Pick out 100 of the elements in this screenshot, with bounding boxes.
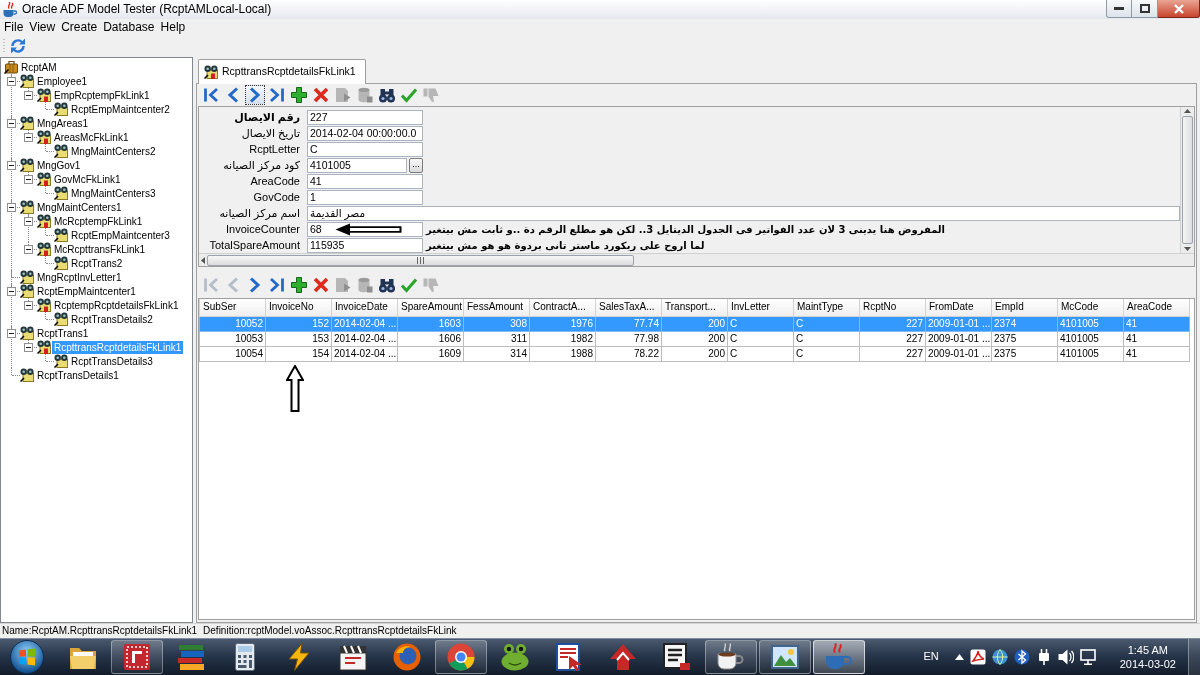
delete-button[interactable] — [311, 275, 331, 295]
collapse-icon[interactable] — [7, 160, 16, 170]
tree-item[interactable]: RcptTransDetails3 — [69, 354, 155, 368]
tree-item[interactable]: RcptTransDetails2 — [69, 312, 155, 326]
collapse-icon[interactable] — [7, 202, 16, 212]
taskbar-button[interactable] — [759, 640, 811, 674]
swirl-tile-icon[interactable] — [969, 649, 986, 665]
clapperboard-icon — [339, 643, 367, 671]
clock-date[interactable]: 2014-03-02 — [1119, 657, 1176, 671]
column-header[interactable]: FromDate — [925, 299, 992, 316]
tree-item[interactable]: Employee1 — [35, 74, 90, 88]
column-header[interactable]: MaintType — [793, 299, 860, 316]
tree-item[interactable]: MngMaintCenters2 — [69, 144, 158, 158]
minimize-button[interactable] — [1106, 0, 1132, 18]
input-field[interactable]: C — [307, 142, 423, 157]
collapse-icon[interactable] — [7, 286, 16, 296]
column-header[interactable]: EmpId — [991, 299, 1058, 316]
tree-item[interactable]: MngMaintCenters1 — [35, 200, 124, 214]
collapse-icon[interactable] — [24, 300, 33, 310]
close-button[interactable] — [1158, 0, 1200, 18]
menu-item[interactable]: Create — [58, 20, 101, 35]
monitor-icon[interactable] — [1079, 649, 1096, 665]
globe-icon[interactable] — [991, 649, 1008, 665]
column-header[interactable]: SalesTaxA... — [595, 299, 662, 316]
tree-item[interactable]: McRcptempFkLink1 — [52, 214, 145, 228]
clock-time[interactable]: 1:45 AM — [1127, 643, 1169, 657]
refresh-button[interactable] — [8, 36, 28, 56]
tree-item[interactable]: RcptEmpMaintcenter3 — [69, 228, 172, 242]
taskbar-button[interactable] — [111, 640, 163, 674]
tree-item[interactable]: RcptEmpMaintcenter2 — [69, 102, 172, 116]
input-field[interactable]: 115935 — [307, 238, 423, 253]
show-hidden-icons-button[interactable] — [954, 654, 964, 660]
left-triangle-icon — [201, 256, 205, 264]
next-record-button[interactable] — [245, 85, 265, 105]
tab[interactable]: RcpttransRcptdetailsFkLink1 — [198, 59, 366, 84]
collapse-icon[interactable] — [24, 174, 33, 184]
collapse-icon[interactable] — [24, 216, 33, 226]
column-header[interactable]: InvoiceNo — [265, 299, 332, 316]
delete-button[interactable] — [311, 85, 331, 105]
collapse-icon[interactable] — [7, 118, 16, 128]
input-field[interactable]: 227 — [307, 110, 423, 125]
column-header[interactable]: InvLetter — [727, 299, 794, 316]
volume-icon[interactable] — [1057, 649, 1074, 665]
input-field[interactable]: 41 — [307, 174, 423, 189]
input-field[interactable]: 4101005 — [307, 158, 407, 173]
column-header[interactable]: ContractA... — [529, 299, 596, 316]
tree-item[interactable]: RcptTrans2 — [69, 256, 125, 270]
input-field[interactable]: 68 — [307, 222, 423, 237]
column-header[interactable]: RcptNo — [859, 299, 926, 316]
tree-item[interactable]: RcptempRcptdetailsFkLink1 — [52, 298, 181, 312]
tree-item[interactable]: MngMaintCenters3 — [69, 186, 158, 200]
input-field[interactable]: 2014-02-04 00:00:00.0 — [307, 126, 423, 141]
language-indicator[interactable]: EN — [923, 650, 939, 664]
scrollbar-thumb[interactable] — [1182, 116, 1193, 244]
tree-item[interactable]: RcptEmpMaintcenter1 — [35, 284, 138, 298]
scrollbar-thumb[interactable] — [207, 254, 634, 266]
collapse-icon[interactable] — [24, 244, 33, 254]
maximize-button[interactable] — [1132, 0, 1158, 18]
document-button[interactable] — [333, 85, 353, 105]
show-desktop-button[interactable] — [1188, 639, 1200, 675]
tree-item[interactable]: RcptAM — [19, 60, 59, 74]
tree-item[interactable]: MngRcptInvLetter1 — [35, 270, 124, 284]
menu-item[interactable]: File — [1, 20, 27, 35]
lookup-button[interactable]: ... — [409, 158, 423, 173]
collapse-icon[interactable] — [7, 328, 16, 338]
menu-item[interactable]: Database — [100, 20, 158, 35]
taskbar-button[interactable] — [705, 640, 757, 674]
bluetooth-icon[interactable] — [1013, 649, 1030, 665]
document-button[interactable] — [333, 275, 353, 295]
vertical-scrollbar[interactable] — [1180, 107, 1194, 253]
column-header[interactable]: McCode — [1057, 299, 1124, 316]
tree-item[interactable]: EmpRcptempFkLink1 — [52, 88, 152, 102]
horizontal-scrollbar[interactable] — [199, 253, 1194, 266]
collapse-icon[interactable] — [24, 342, 33, 352]
menu-item[interactable]: View — [26, 20, 59, 35]
column-header[interactable]: InvoiceDate — [331, 299, 398, 316]
goggles-link-icon — [37, 298, 51, 312]
column-header[interactable]: Transport... — [661, 299, 728, 316]
column-header[interactable]: SubSer — [199, 299, 266, 316]
tree-item[interactable]: MngAreas1 — [35, 116, 91, 130]
column-header[interactable]: AreaCode — [1123, 299, 1190, 316]
tree-item[interactable]: RcptTrans1 — [35, 326, 91, 340]
tree-item[interactable]: AreasMcFkLink1 — [52, 130, 131, 144]
tree-item[interactable]: RcptTransDetails1 — [35, 368, 121, 382]
collapse-icon[interactable] — [7, 76, 16, 86]
column-header[interactable]: SpareAmount — [397, 299, 464, 316]
input-field[interactable]: 1 — [307, 190, 423, 205]
collapse-icon[interactable] — [24, 90, 33, 100]
insert-button[interactable] — [289, 275, 309, 295]
tree-item[interactable]: MngGov1 — [35, 158, 83, 172]
taskbar-button[interactable] — [435, 640, 487, 674]
input-field[interactable]: مصر القديمة — [307, 206, 1180, 221]
tree-item[interactable]: GovMcFkLink1 — [52, 172, 123, 186]
table-cell: C — [727, 331, 794, 346]
insert-button[interactable] — [289, 85, 309, 105]
menu-item[interactable]: Help — [157, 20, 189, 35]
tree-item[interactable]: McRcpttransFkLink1 — [52, 242, 148, 256]
taskbar-button[interactable] — [813, 640, 865, 674]
collapse-icon[interactable] — [24, 132, 33, 142]
column-header[interactable]: FessAmount — [463, 299, 530, 316]
